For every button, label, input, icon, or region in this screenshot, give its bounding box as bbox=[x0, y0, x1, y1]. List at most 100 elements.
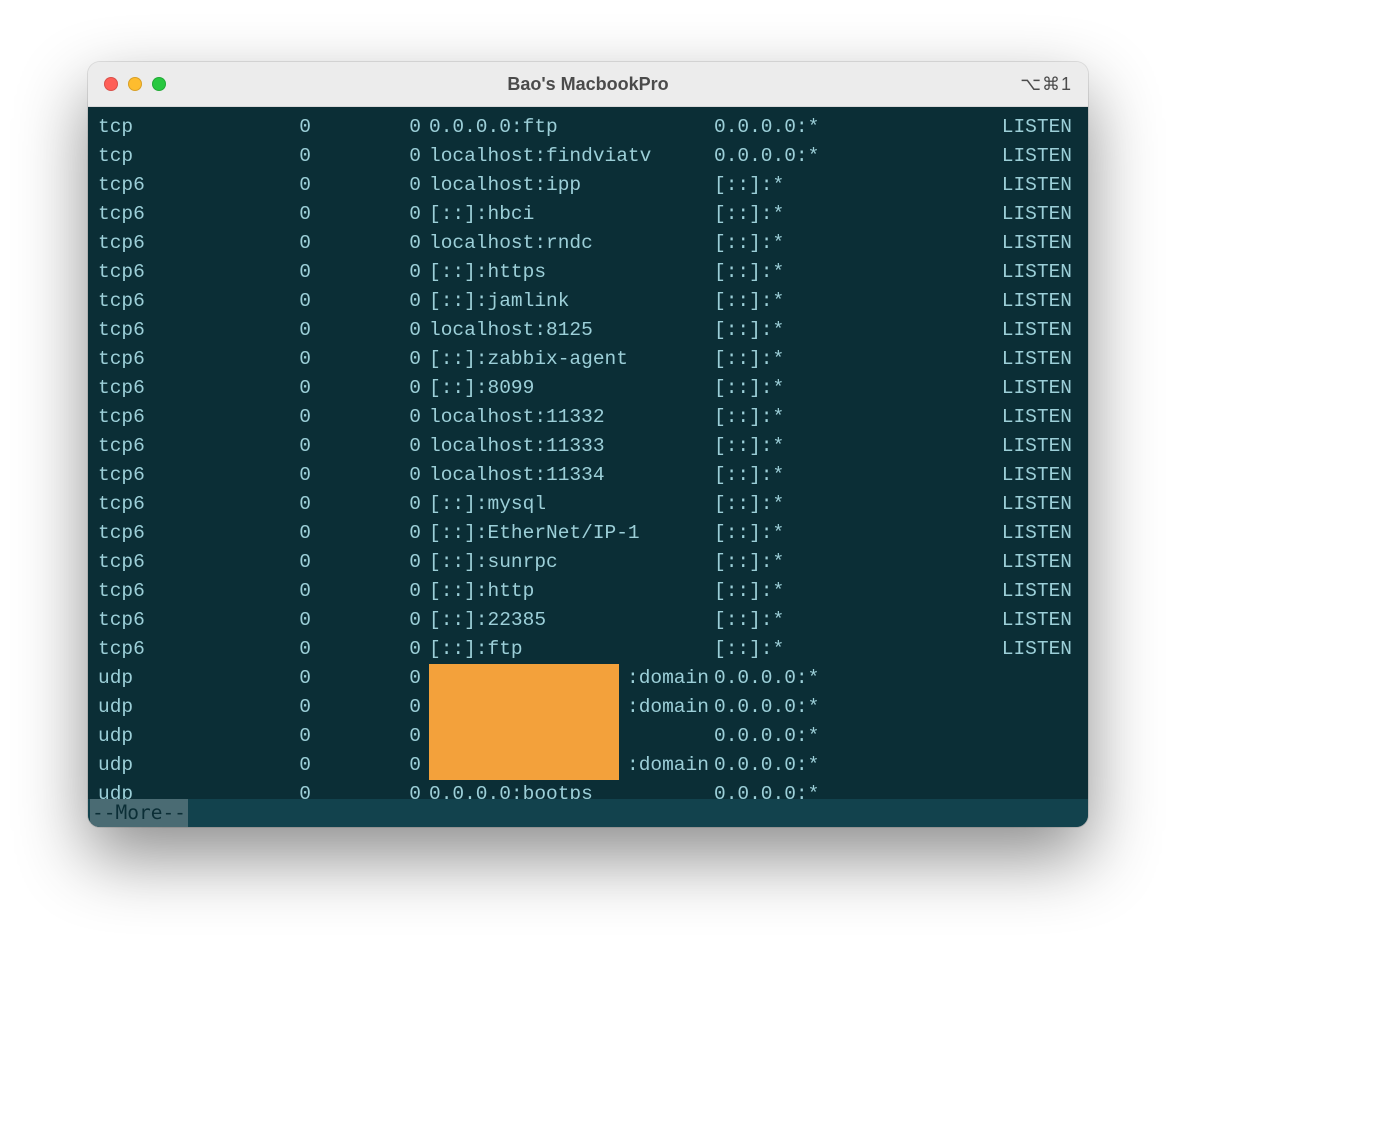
col-state: LISTEN bbox=[914, 519, 1078, 548]
minimize-icon[interactable] bbox=[128, 77, 142, 91]
col-foreign: 0.0.0.0:* bbox=[714, 113, 914, 142]
redaction-block bbox=[429, 722, 619, 751]
netstat-row: tcp600[::]:zabbix-agent[::]:*LISTEN bbox=[98, 345, 1078, 374]
col-state: LISTEN bbox=[914, 113, 1078, 142]
col-proto: tcp6 bbox=[98, 200, 223, 229]
traffic-lights bbox=[104, 77, 166, 91]
col-send: 0 bbox=[311, 577, 421, 606]
col-proto: tcp6 bbox=[98, 258, 223, 287]
col-foreign: [::]:* bbox=[714, 316, 914, 345]
col-recv: 0 bbox=[223, 490, 311, 519]
col-foreign: [::]:* bbox=[714, 635, 914, 664]
col-recv: 0 bbox=[223, 345, 311, 374]
col-foreign: [::]:* bbox=[714, 490, 914, 519]
netstat-row: tcp600localhost:11334[::]:*LISTEN bbox=[98, 461, 1078, 490]
col-state: LISTEN bbox=[914, 403, 1078, 432]
netstat-row: tcp600localhost:rndc[::]:*LISTEN bbox=[98, 229, 1078, 258]
col-send: 0 bbox=[311, 287, 421, 316]
col-proto: tcp6 bbox=[98, 432, 223, 461]
col-recv: 0 bbox=[223, 229, 311, 258]
netstat-row: udp000.0.0.0:* bbox=[98, 722, 1078, 751]
col-recv: 0 bbox=[223, 548, 311, 577]
col-send: 0 bbox=[311, 171, 421, 200]
col-foreign: [::]:* bbox=[714, 432, 914, 461]
titlebar[interactable]: Bao's MacbookPro ⌥⌘1 bbox=[88, 62, 1088, 107]
col-state: LISTEN bbox=[914, 461, 1078, 490]
col-send: 0 bbox=[311, 113, 421, 142]
col-local: :domain bbox=[421, 751, 714, 780]
netstat-row: tcp600[::]:https[::]:*LISTEN bbox=[98, 258, 1078, 287]
col-send: 0 bbox=[311, 635, 421, 664]
netstat-row: tcp600localhost:11333[::]:*LISTEN bbox=[98, 432, 1078, 461]
col-local: :domain bbox=[421, 664, 714, 693]
netstat-row: tcp000.0.0.0:ftp0.0.0.0:*LISTEN bbox=[98, 113, 1078, 142]
pager-bar[interactable]: --More-- bbox=[88, 799, 1088, 827]
col-state: LISTEN bbox=[914, 635, 1078, 664]
col-send: 0 bbox=[311, 461, 421, 490]
col-state: LISTEN bbox=[914, 345, 1078, 374]
netstat-row: tcp600[::]:ftp[::]:*LISTEN bbox=[98, 635, 1078, 664]
netstat-row: tcp600[::]:sunrpc[::]:*LISTEN bbox=[98, 548, 1078, 577]
col-foreign: [::]:* bbox=[714, 548, 914, 577]
window-title: Bao's MacbookPro bbox=[88, 74, 1088, 95]
col-state: LISTEN bbox=[914, 316, 1078, 345]
col-proto: udp bbox=[98, 751, 223, 780]
netstat-row: udp00:domain0.0.0.0:* bbox=[98, 693, 1078, 722]
col-state: LISTEN bbox=[914, 287, 1078, 316]
col-proto: tcp6 bbox=[98, 461, 223, 490]
col-recv: 0 bbox=[223, 171, 311, 200]
col-foreign: [::]:* bbox=[714, 200, 914, 229]
col-send: 0 bbox=[311, 490, 421, 519]
col-recv: 0 bbox=[223, 461, 311, 490]
col-send: 0 bbox=[311, 258, 421, 287]
col-send: 0 bbox=[311, 722, 421, 751]
netstat-row: tcp600[::]:mysql[::]:*LISTEN bbox=[98, 490, 1078, 519]
netstat-row: tcp600localhost:8125[::]:*LISTEN bbox=[98, 316, 1078, 345]
col-local-suffix: :domain bbox=[627, 667, 709, 689]
redaction-block bbox=[429, 693, 619, 722]
col-state: LISTEN bbox=[914, 171, 1078, 200]
col-recv: 0 bbox=[223, 432, 311, 461]
col-proto: tcp6 bbox=[98, 171, 223, 200]
col-state: LISTEN bbox=[914, 577, 1078, 606]
col-send: 0 bbox=[311, 229, 421, 258]
netstat-row: tcp600[::]:8099[::]:*LISTEN bbox=[98, 374, 1078, 403]
col-send: 0 bbox=[311, 374, 421, 403]
zoom-icon[interactable] bbox=[152, 77, 166, 91]
col-recv: 0 bbox=[223, 374, 311, 403]
col-foreign: [::]:* bbox=[714, 287, 914, 316]
col-proto: tcp6 bbox=[98, 345, 223, 374]
col-state: LISTEN bbox=[914, 548, 1078, 577]
redaction-block bbox=[429, 751, 619, 780]
pager-more: --More-- bbox=[90, 799, 188, 827]
close-icon[interactable] bbox=[104, 77, 118, 91]
col-foreign: 0.0.0.0:* bbox=[714, 142, 914, 171]
col-send: 0 bbox=[311, 403, 421, 432]
netstat-row: tcp600localhost:ipp[::]:*LISTEN bbox=[98, 171, 1078, 200]
col-foreign: [::]:* bbox=[714, 258, 914, 287]
col-recv: 0 bbox=[223, 113, 311, 142]
col-state: LISTEN bbox=[914, 200, 1078, 229]
col-state bbox=[914, 722, 1078, 751]
netstat-row: tcp600[::]:hbci[::]:*LISTEN bbox=[98, 200, 1078, 229]
col-recv: 0 bbox=[223, 258, 311, 287]
col-foreign: 0.0.0.0:* bbox=[714, 664, 914, 693]
col-local: 0.0.0.0:ftp bbox=[421, 113, 714, 142]
col-local: localhost:11332 bbox=[421, 403, 714, 432]
col-proto: tcp bbox=[98, 142, 223, 171]
col-proto: tcp6 bbox=[98, 229, 223, 258]
col-proto: tcp6 bbox=[98, 490, 223, 519]
netstat-row: tcp600[::]:22385[::]:*LISTEN bbox=[98, 606, 1078, 635]
col-local: [::]:zabbix-agent bbox=[421, 345, 714, 374]
col-local: localhost:11334 bbox=[421, 461, 714, 490]
col-recv: 0 bbox=[223, 200, 311, 229]
terminal-body[interactable]: tcp000.0.0.0:ftp0.0.0.0:*LISTENtcp00loca… bbox=[88, 107, 1088, 827]
col-foreign: [::]:* bbox=[714, 461, 914, 490]
col-send: 0 bbox=[311, 548, 421, 577]
netstat-row: tcp600localhost:11332[::]:*LISTEN bbox=[98, 403, 1078, 432]
col-proto: tcp6 bbox=[98, 316, 223, 345]
col-state: LISTEN bbox=[914, 432, 1078, 461]
col-foreign: [::]:* bbox=[714, 519, 914, 548]
col-proto: tcp6 bbox=[98, 287, 223, 316]
col-local: [::]:8099 bbox=[421, 374, 714, 403]
